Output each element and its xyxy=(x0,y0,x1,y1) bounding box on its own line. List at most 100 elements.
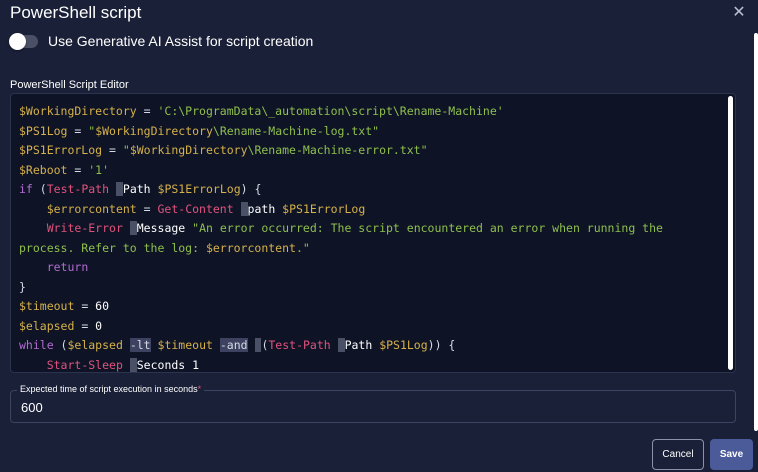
code-token: $timeout xyxy=(19,299,75,313)
code-token: $PS1ErrorLog xyxy=(157,182,241,196)
code-line: $timeout = 60 xyxy=(19,297,719,317)
code-token: $PS1Log xyxy=(379,338,428,352)
execution-time-input[interactable]: 600 xyxy=(21,400,43,415)
code-token: -and xyxy=(219,338,248,352)
ai-assist-label: Use Generative AI Assist for script crea… xyxy=(48,33,314,49)
code-line: if (Test-Path -Path $PS1ErrorLog) { xyxy=(19,180,719,200)
code-token: $PS1Log xyxy=(19,123,68,138)
dialog-title: PowerShell script xyxy=(10,3,142,22)
code-token: $WorkingDirectory xyxy=(95,123,213,138)
code-token: $elapsed xyxy=(67,338,123,352)
code-token: Message xyxy=(136,221,193,235)
code-line: return xyxy=(19,258,719,278)
code-token: 0 xyxy=(95,318,103,333)
code-token: $timeout xyxy=(157,338,213,352)
editor-label: PowerShell Script Editor xyxy=(10,79,129,91)
toggle-knob xyxy=(9,32,26,50)
code-line: } xyxy=(19,278,719,298)
script-editor[interactable]: $WorkingDirectory = 'C:\ProgramData\_aut… xyxy=(10,93,736,373)
code-token: while xyxy=(19,338,54,352)
code-token: $WorkingDirectory xyxy=(129,143,248,157)
code-token: "An error occurred: The script encounter… xyxy=(192,221,663,235)
execution-time-label: Expected time of script execution in sec… xyxy=(17,384,205,394)
code-token: - xyxy=(129,357,137,372)
code-token: \Rename-Machine-log.txt" xyxy=(212,123,380,138)
code-token: = xyxy=(67,162,89,177)
code-line: Write-Error -Message "An error occurred:… xyxy=(19,219,719,239)
code-token: ( xyxy=(53,338,68,352)
code-token: '1' xyxy=(88,162,110,177)
code-token: = xyxy=(67,123,89,138)
code-token: $errorcontent xyxy=(46,201,137,216)
code-token: $elapsed xyxy=(19,318,75,333)
code-token: " xyxy=(122,143,130,157)
cancel-button[interactable]: Cancel xyxy=(652,439,704,470)
code-token: Path xyxy=(344,338,380,352)
code-token: = xyxy=(74,299,96,313)
code-token: = xyxy=(74,318,96,333)
code-token: Test-Path xyxy=(268,338,331,352)
ai-assist-row: Use Generative AI Assist for script crea… xyxy=(9,32,314,50)
editor-scrollbar[interactable] xyxy=(728,96,733,370)
code-token: Get-Content xyxy=(157,201,234,216)
code-token: $Reboot xyxy=(19,162,68,177)
code-token: 60 xyxy=(95,299,110,313)
code-line: $PS1Log = "$WorkingDirectory\Rename-Mach… xyxy=(19,122,719,142)
code-line: $errorcontent = Get-Content -path $PS1Er… xyxy=(19,200,719,220)
code-token: = xyxy=(136,201,158,216)
code-token: - xyxy=(337,338,345,352)
code-token: Write-Error xyxy=(46,221,123,235)
code-token: = xyxy=(136,104,158,118)
code-token: = xyxy=(102,143,123,157)
code-token: Seconds 1 xyxy=(136,357,200,372)
ai-assist-toggle[interactable] xyxy=(9,32,38,50)
code-token: path xyxy=(247,201,283,216)
code-token: } xyxy=(19,279,26,294)
code-token: -lt xyxy=(129,338,151,352)
execution-time-field[interactable]: Expected time of script execution in sec… xyxy=(10,384,736,423)
code-token: $WorkingDirectory xyxy=(19,104,137,118)
close-icon[interactable]: ✕ xyxy=(731,5,747,21)
code-token: if xyxy=(19,182,33,196)
code-token: - xyxy=(240,201,248,216)
code-line: while ($elapsed -lt $timeout -and -(Test… xyxy=(19,336,719,356)
code-token: 'C:\ProgramData\_automation\script\Renam… xyxy=(157,104,504,118)
code-line: Start-Sleep -Seconds 1 xyxy=(19,356,719,373)
code-token: - xyxy=(129,221,137,235)
dialog-scrollbar[interactable] xyxy=(754,33,758,431)
code-token: Start-Sleep xyxy=(46,357,123,372)
code-token: process. Refer to the log: xyxy=(19,240,206,255)
code-token: $errorcontent xyxy=(205,240,296,255)
required-marker: * xyxy=(197,384,202,394)
code-token: $PS1ErrorLog xyxy=(19,143,103,157)
code-token: \Rename-Machine-error.txt" xyxy=(247,143,428,157)
code-line: $PS1ErrorLog = "$WorkingDirectory\Rename… xyxy=(19,141,719,161)
execution-time-label-text: Expected time of script execution in sec… xyxy=(20,384,198,394)
editor-scrollbar-thumb[interactable] xyxy=(728,96,733,370)
code-token: ( xyxy=(32,182,47,196)
code-token: ) { xyxy=(240,182,262,196)
code-token: ." xyxy=(295,240,310,255)
code-content[interactable]: $WorkingDirectory = 'C:\ProgramData\_aut… xyxy=(19,102,719,373)
code-token: - xyxy=(115,182,123,196)
code-token: Path xyxy=(122,182,158,196)
code-line: process. Refer to the log: $errorcontent… xyxy=(19,239,719,259)
code-token: )) { xyxy=(427,338,456,352)
save-button[interactable]: Save xyxy=(710,439,753,470)
code-token: return xyxy=(46,260,89,274)
code-line: $elapsed = 0 xyxy=(19,317,719,337)
code-token: Test-Path xyxy=(46,182,110,196)
code-line: $Reboot = '1' xyxy=(19,161,719,181)
